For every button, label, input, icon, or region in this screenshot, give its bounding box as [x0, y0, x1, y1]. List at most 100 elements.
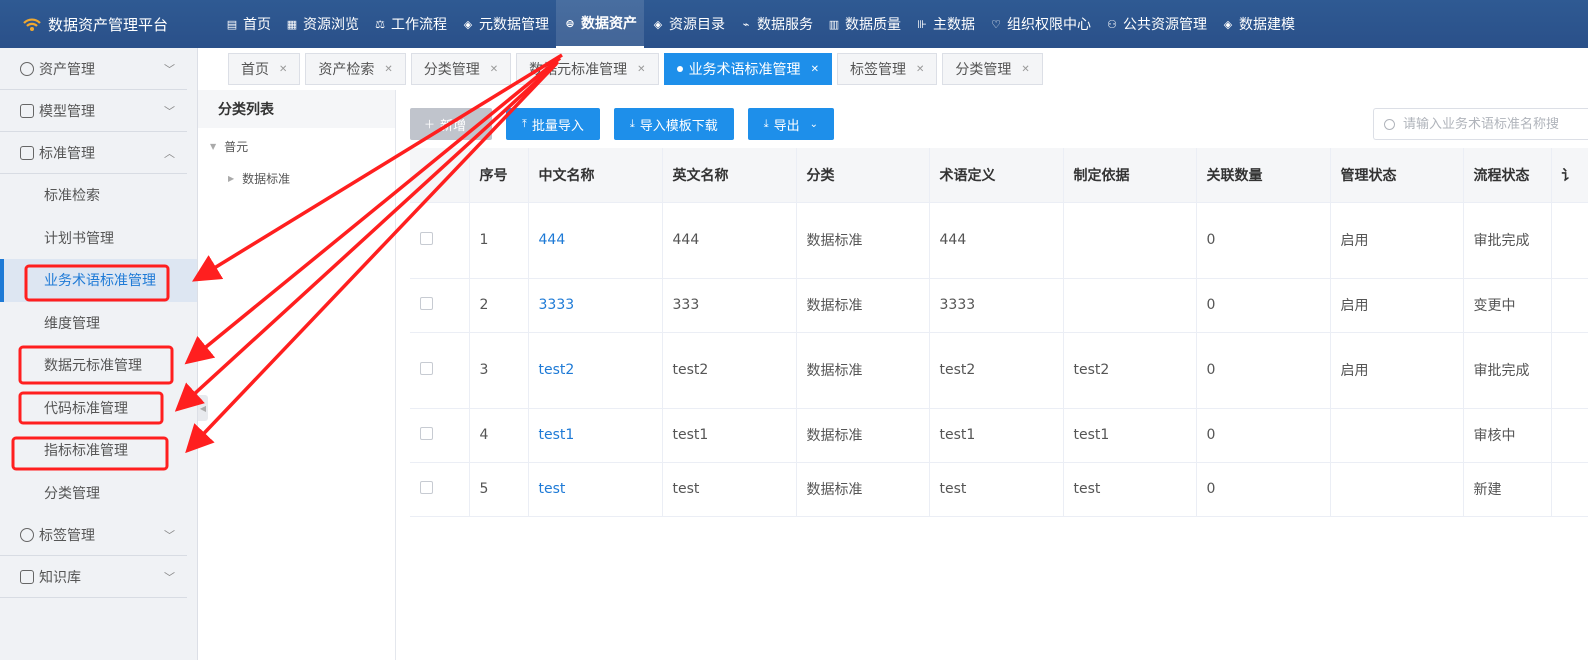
close-icon[interactable]: ✕ [279, 64, 287, 75]
nav-item-9[interactable]: ♡ 组织权限中心 [982, 0, 1098, 48]
layers-icon: ◈ [653, 17, 663, 31]
sidebar-group[interactable]: 标签管理 ﹀ [0, 514, 187, 556]
tab-6[interactable]: 分类管理 ✕ [942, 53, 1043, 85]
table-cell: 变更中 [1463, 278, 1552, 333]
row-checkbox[interactable] [420, 231, 433, 245]
brand[interactable]: 数据资产管理平台 [0, 14, 218, 35]
search-input[interactable] [1403, 116, 1588, 132]
category-panel: 分类列表 ▼ 普元 ▶ 数据标准 [198, 90, 396, 660]
tab-1[interactable]: 资产检索 ✕ [305, 53, 406, 85]
table-cell: test1 [1063, 408, 1197, 463]
table-cell [1551, 332, 1588, 409]
table-cell: 启用 [1330, 278, 1464, 333]
table-cell: 审批完成 [1463, 202, 1552, 279]
caret-right-icon[interactable]: ▶ [228, 174, 234, 183]
nav-item-label: 公共资源管理 [1123, 17, 1207, 33]
close-icon[interactable]: ✕ [811, 64, 819, 75]
nav-item-6[interactable]: ⌁ 数据服务 [732, 0, 820, 48]
search-box[interactable] [1373, 108, 1588, 140]
grid-list-icon: ▦ [286, 17, 298, 31]
sidebar-item-7[interactable]: 分类管理 [0, 472, 197, 515]
document-icon [20, 145, 34, 160]
sidebar-item-3[interactable]: 维度管理 [0, 302, 197, 345]
sidebar-item-6[interactable]: 指标标准管理 [0, 429, 197, 472]
batch-import-button[interactable]: ⤒ 批量导入 [506, 108, 600, 140]
nav-item-1[interactable]: ▦ 资源浏览 [278, 0, 366, 48]
export-button[interactable]: ⤓ 导出 ⌄ [747, 108, 835, 140]
close-icon[interactable]: ✕ [916, 64, 924, 75]
sidebar-item-5[interactable]: 代码标准管理 [0, 387, 197, 430]
nav-item-11[interactable]: ◈ 数据建模 [1214, 0, 1302, 48]
nav-item-5[interactable]: ◈ 资源目录 [644, 0, 732, 48]
tag-icon [20, 569, 34, 584]
tree-node-child[interactable]: ▶ 数据标准 [198, 162, 395, 194]
term-name-link[interactable]: 3333 [528, 278, 663, 333]
term-name-link[interactable]: 444 [528, 202, 663, 279]
tree-node-root[interactable]: ▼ 普元 [198, 130, 395, 162]
line-chart-icon [20, 103, 34, 118]
collapse-handle-icon[interactable]: ◀ [198, 395, 208, 421]
tab-0[interactable]: 首页 ✕ [228, 53, 301, 85]
sidebar-group-label: 资产管理 [39, 61, 95, 78]
nav-item-4[interactable]: ⊜ 数据资产 [556, 0, 644, 48]
table-cell: 444 [929, 202, 1064, 279]
clock-icon [20, 61, 34, 76]
template-download-button[interactable]: ⤓ 导入模板下载 [613, 108, 734, 140]
sidebar-group[interactable]: 模型管理 ﹀ [0, 90, 187, 132]
table-cell: 333 [662, 278, 797, 333]
asset-icon: ⊜ [565, 16, 575, 30]
close-icon[interactable]: ✕ [637, 64, 645, 75]
chevron-down-icon[interactable]: ﹀ [164, 103, 175, 119]
tab-4[interactable]: 业务术语标准管理 ✕ [663, 53, 832, 85]
column-header: 序号 [469, 148, 529, 203]
close-icon[interactable]: ✕ [490, 64, 498, 75]
tab-2[interactable]: 分类管理 ✕ [410, 53, 512, 85]
tab-5[interactable]: 标签管理 ✕ [836, 53, 938, 85]
caret-down-icon[interactable]: ▼ [210, 142, 216, 151]
table-cell: 数据标准 [796, 278, 930, 333]
table-cell [1551, 408, 1588, 463]
term-name-link[interactable]: test1 [528, 408, 663, 463]
table-header-row: 序号 中文名称 英文名称 分类 术语定义 制定依据 关联数量 管理状态 流程状态讠 [410, 148, 1588, 203]
close-icon[interactable]: ✕ [384, 64, 392, 75]
table-row: 1 444 444 数据标准 444 0 启用 审批完成 [410, 202, 1588, 279]
add-button[interactable]: ＋ 新增 [410, 108, 492, 140]
sidebar-item-1[interactable]: 计划书管理 [0, 217, 197, 260]
close-icon[interactable]: ✕ [1021, 64, 1029, 75]
nav-item-label: 数据资产 [581, 16, 637, 32]
app-title: 数据资产管理平台 [48, 15, 169, 34]
tab-3[interactable]: 数据元标准管理 ✕ [516, 53, 659, 85]
nav-item-10[interactable]: ⚇ 公共资源管理 [1098, 0, 1214, 48]
term-name-link[interactable]: test [528, 462, 663, 517]
sidebar-group[interactable]: 知识库 ﹀ [0, 556, 187, 598]
nav-item-7[interactable]: ▥ 数据质量 [820, 0, 908, 48]
nav-item-8[interactable]: ⊪ 主数据 [908, 0, 982, 48]
row-checkbox[interactable] [420, 361, 433, 375]
users-icon: ⚇ [1107, 17, 1117, 31]
nav-item-0[interactable]: ▤ 首页 [218, 0, 278, 48]
nav-item-label: 数据服务 [757, 17, 813, 33]
chevron-up-icon[interactable]: ︿ [164, 145, 175, 161]
sidebar-item-4[interactable]: 数据元标准管理 [0, 344, 197, 387]
chevron-down-icon[interactable]: ﹀ [164, 527, 175, 543]
tab-label: 数据元标准管理 [529, 62, 628, 78]
sidebar-group[interactable]: 资产管理 ﹀ [0, 48, 187, 90]
tab-label: 分类管理 [423, 62, 480, 78]
sidebar-group[interactable]: 标准管理 ︿ [0, 132, 187, 174]
chevron-down-icon[interactable]: ﹀ [164, 569, 175, 585]
row-checkbox[interactable] [420, 296, 433, 310]
term-name-link[interactable]: test2 [528, 332, 663, 409]
row-checkbox[interactable] [420, 426, 433, 440]
row-checkbox[interactable] [420, 480, 433, 494]
sidebar-item-0[interactable]: 标准检索 [0, 174, 197, 217]
table-cell: 审核中 [1463, 408, 1552, 463]
row-select-cell [410, 332, 470, 409]
table-cell: 0 [1196, 202, 1331, 279]
column-header: 管理状态 [1330, 148, 1464, 203]
top-navigation-bar: 数据资产管理平台 ▤ 首页 ▦ 资源浏览 ⚖ 工作流程 ◈ 元数据管理 ⊜ 数据资产 ◈ 资源目录 ⌁ 数… [0, 0, 1588, 48]
nav-item-2[interactable]: ⚖ 工作流程 [366, 0, 454, 48]
chevron-down-icon[interactable]: ﹀ [164, 61, 175, 77]
table-body: 1 444 444 数据标准 444 0 启用 审批完成 2 3333 333 数据标准 3333 0 启用… [410, 202, 1588, 517]
sidebar-item-2[interactable]: 业务术语标准管理 [0, 259, 197, 302]
nav-item-3[interactable]: ◈ 元数据管理 [454, 0, 556, 48]
